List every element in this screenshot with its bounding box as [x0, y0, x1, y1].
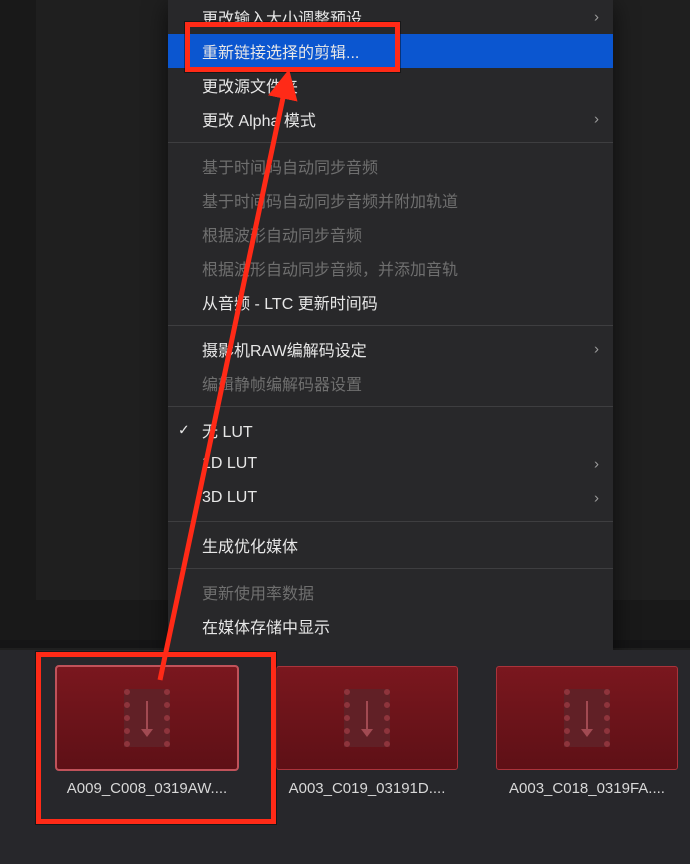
menu-item-label: 3D LUT — [202, 489, 257, 507]
check-icon: ✓ — [178, 422, 190, 439]
menu-item-label: 无 LUT — [202, 418, 253, 442]
clip-label: A003_C018_0319FA.... — [492, 780, 682, 797]
menu-item-label: 在媒体存储中显示 — [202, 614, 330, 638]
menu-item[interactable]: 摄影机RAW编解码设定 › — [168, 332, 613, 366]
clip-thumbnail-offline[interactable] — [496, 666, 678, 770]
menu-item[interactable]: 更改 Alpha 模式 › — [168, 102, 613, 136]
clip-item[interactable]: A003_C019_03191D.... — [272, 666, 462, 797]
clip-label: A003_C019_03191D.... — [272, 780, 462, 797]
chevron-right-icon: › — [594, 111, 599, 128]
menu-item-label: 更改输入大小调整预设 — [202, 5, 362, 29]
menu-item-label: 更改源文件夹 — [202, 73, 298, 97]
menu-item: 更新使用率数据 — [168, 575, 613, 609]
menu-item[interactable]: 从音频 - LTC 更新时间码 — [168, 285, 613, 319]
clip-thumbnail-offline[interactable] — [56, 666, 238, 770]
clip-label: A009_C008_0319AW.... — [52, 780, 242, 797]
menu-item: 根据波形自动同步音频 — [168, 217, 613, 251]
menu-item-label: 1D LUT — [202, 455, 257, 473]
chevron-right-icon: › — [594, 490, 599, 507]
chevron-right-icon: › — [594, 341, 599, 358]
menu-item: 根据波形自动同步音频，并添加音轨 — [168, 251, 613, 285]
clip-item[interactable]: A003_C018_0319FA.... — [492, 666, 682, 797]
menu-separator — [168, 521, 613, 522]
menu-item-label: 根据波形自动同步音频 — [202, 222, 362, 246]
menu-item-label: 重新链接选择的剪辑... — [202, 39, 359, 63]
menu-item: 基于时间码自动同步音频 — [168, 149, 613, 183]
menu-item-label: 基于时间码自动同步音频 — [202, 154, 378, 178]
menu-item-label: 基于时间码自动同步音频并附加轨道 — [202, 188, 458, 212]
menu-item-label: 编辑静帧编解码器设置 — [202, 371, 362, 395]
menu-item: 基于时间码自动同步音频并附加轨道 — [168, 183, 613, 217]
menu-item-label: 生成优化媒体 — [202, 533, 298, 557]
menu-item-label: 更新使用率数据 — [202, 580, 314, 604]
menu-item[interactable]: 重新链接选择的剪辑... — [168, 34, 613, 68]
menu-item[interactable]: 生成优化媒体 — [168, 528, 613, 562]
menu-separator — [168, 568, 613, 569]
menu-item-label: 从音频 - LTC 更新时间码 — [202, 290, 378, 314]
media-pool[interactable]: A009_C008_0319AW.... A003_C019_03191D...… — [0, 650, 690, 864]
chevron-right-icon: › — [594, 456, 599, 473]
menu-item[interactable]: 3D LUT › — [168, 481, 613, 515]
menu-item: 编辑静帧编解码器设置 — [168, 366, 613, 400]
menu-separator — [168, 406, 613, 407]
menu-item-label: 更改 Alpha 模式 — [202, 107, 316, 131]
chevron-right-icon: › — [594, 9, 599, 26]
menu-separator — [168, 142, 613, 143]
menu-item[interactable]: 1D LUT › — [168, 447, 613, 481]
menu-item[interactable]: 更改源文件夹 — [168, 68, 613, 102]
menu-separator — [168, 325, 613, 326]
menu-item[interactable]: ✓ 无 LUT — [168, 413, 613, 447]
menu-item[interactable]: 在媒体存储中显示 — [168, 609, 613, 643]
menu-item[interactable]: 更改输入大小调整预设 › — [168, 0, 613, 34]
clip-item[interactable]: A009_C008_0319AW.... — [52, 666, 242, 797]
menu-item-label: 摄影机RAW编解码设定 — [202, 337, 367, 361]
clip-thumbnail-offline[interactable] — [276, 666, 458, 770]
menu-item-label: 根据波形自动同步音频，并添加音轨 — [202, 256, 458, 280]
